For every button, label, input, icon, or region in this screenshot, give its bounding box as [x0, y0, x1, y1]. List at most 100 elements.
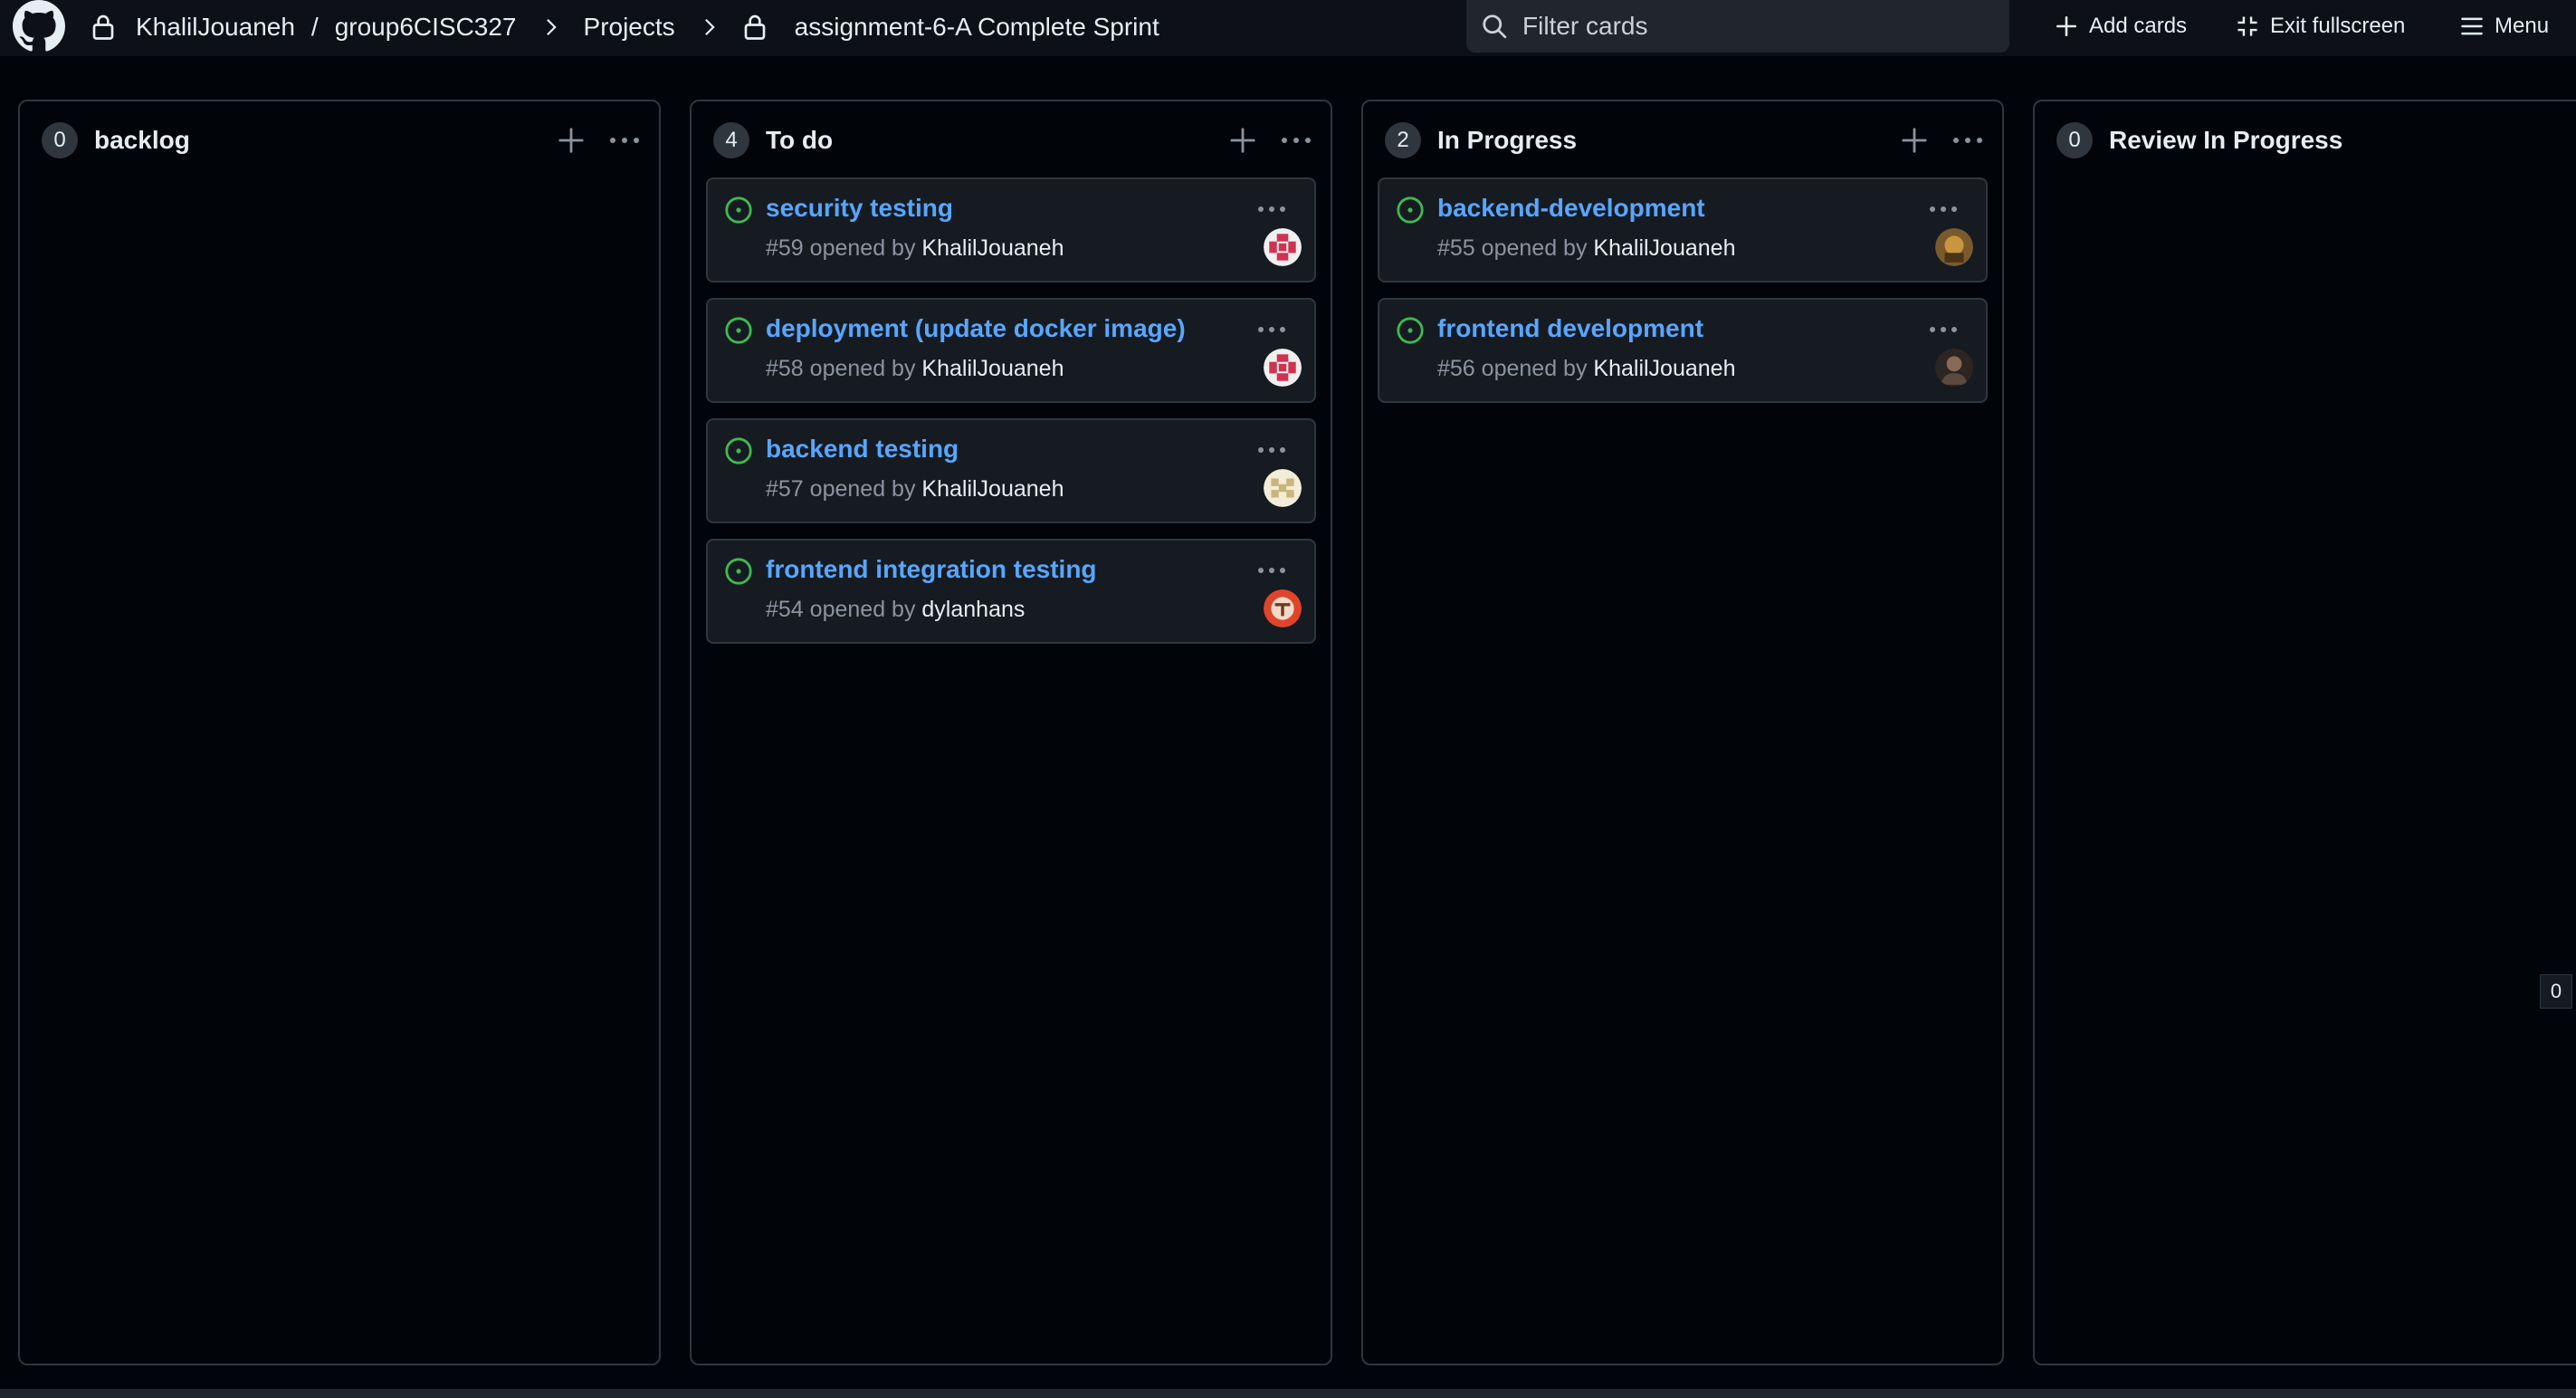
filter-cards-input[interactable]	[1521, 11, 1991, 42]
breadcrumb-projects-link[interactable]: Projects	[584, 13, 675, 42]
column-title: To do	[766, 126, 834, 154]
issue-meta: #58 opened by KhalilJouaneh	[766, 356, 1064, 382]
issue-author-link[interactable]: KhalilJouaneh	[1593, 235, 1735, 261]
column-card-count: 4	[713, 122, 749, 158]
issue-opened-icon	[1397, 317, 1424, 344]
issue-author-link[interactable]: dylanhans	[921, 597, 1025, 622]
breadcrumb-owner-link[interactable]: KhalilJouaneh	[136, 13, 295, 42]
column-to-do: 4 To do security testing #59 opened by K…	[690, 100, 1332, 1365]
issue-card[interactable]: security testing #59 opened by KhalilJou…	[706, 177, 1316, 282]
add-cards-button[interactable]: Add cards	[2055, 0, 2187, 53]
column-backlog: 0 backlog	[18, 100, 661, 1365]
search-icon	[1483, 14, 1507, 39]
issue-number: #55	[1437, 235, 1475, 261]
issue-title-link[interactable]: backend testing	[766, 435, 959, 464]
card-more-options-icon[interactable]	[1256, 566, 1287, 575]
issue-author-link[interactable]: KhalilJouaneh	[1593, 356, 1735, 381]
card-more-options-icon[interactable]	[1256, 445, 1287, 455]
issue-card[interactable]: backend testing #57 opened by KhalilJoua…	[706, 418, 1316, 523]
opened-by-text: opened by	[809, 356, 916, 381]
add-cards-label: Add cards	[2089, 14, 2188, 38]
avatar[interactable]	[1264, 228, 1302, 266]
avatar[interactable]	[1935, 228, 1973, 266]
chevron-right-icon	[704, 18, 715, 36]
column-title: backlog	[94, 126, 190, 154]
exit-fullscreen-button[interactable]: Exit fullscreen	[2236, 0, 2405, 53]
side-count-badge: 0	[2540, 974, 2572, 1009]
issue-title-link[interactable]: frontend integration testing	[766, 555, 1097, 584]
column-header: 2 In Progress	[1385, 121, 1984, 159]
lock-icon	[92, 14, 114, 40]
breadcrumb: KhalilJouaneh / group6CISC327 Projects a…	[91, 0, 1159, 54]
issue-title-link[interactable]: security testing	[766, 194, 953, 223]
opened-by-text: opened by	[809, 235, 916, 261]
column-header: 4 To do	[713, 121, 1312, 159]
exit-fullscreen-label: Exit fullscreen	[2270, 14, 2406, 38]
column-more-options-icon[interactable]	[1951, 136, 1984, 145]
issue-number: #54	[766, 597, 804, 622]
issue-author-link[interactable]: KhalilJouaneh	[921, 476, 1064, 502]
issue-title-link[interactable]: deployment (update docker image)	[766, 314, 1186, 343]
column-title: Review In Progress	[2109, 126, 2343, 154]
opened-by-text: opened by	[1481, 356, 1588, 381]
issue-number: #59	[766, 235, 804, 261]
issue-number: #56	[1437, 356, 1475, 381]
exit-fullscreen-icon	[2237, 16, 2257, 36]
avatar[interactable]	[1264, 469, 1302, 507]
card-more-options-icon[interactable]	[1928, 205, 1959, 214]
add-card-plus-icon[interactable]	[1901, 127, 1928, 154]
column-card-count: 0	[2056, 122, 2093, 158]
column-card-count: 2	[1385, 122, 1421, 158]
card-more-options-icon[interactable]	[1256, 325, 1287, 334]
column-more-options-icon[interactable]	[1280, 136, 1312, 145]
add-card-plus-icon[interactable]	[558, 127, 585, 154]
bottom-scrollbar[interactable]	[0, 1389, 2576, 1398]
issue-opened-icon	[725, 558, 752, 585]
project-title: assignment-6-A Complete Sprint	[794, 13, 1159, 41]
menu-button[interactable]: Menu	[2460, 0, 2549, 53]
column-card-count: 0	[42, 122, 78, 158]
column-more-options-icon[interactable]	[608, 136, 641, 145]
github-logo-icon[interactable]	[13, 0, 65, 53]
chevron-right-icon	[546, 18, 557, 36]
lock-icon	[744, 14, 766, 40]
issue-card[interactable]: frontend development #56 opened by Khali…	[1378, 298, 1988, 403]
breadcrumb-separator: /	[310, 13, 319, 41]
column-review-in-progress: 0 Review In Progress	[2033, 100, 2576, 1365]
issue-meta: #55 opened by KhalilJouaneh	[1437, 235, 1735, 262]
plus-icon	[2056, 15, 2077, 37]
avatar[interactable]	[1264, 349, 1302, 387]
add-card-plus-icon[interactable]	[1229, 127, 1256, 154]
issue-opened-icon	[725, 317, 752, 344]
issue-title-link[interactable]: frontend development	[1437, 314, 1703, 343]
hamburger-menu-icon	[2461, 17, 2483, 35]
column-header: 0 backlog	[42, 121, 641, 159]
breadcrumb-repo-link[interactable]: group6CISC327	[335, 13, 517, 42]
issue-card[interactable]: backend-development #55 opened by Khalil…	[1378, 177, 1988, 282]
column-header: 0 Review In Progress	[2056, 121, 2576, 159]
issue-author-link[interactable]: KhalilJouaneh	[921, 356, 1064, 381]
issue-opened-icon	[725, 196, 752, 224]
opened-by-text: opened by	[1481, 235, 1588, 261]
issue-opened-icon	[725, 437, 752, 464]
issue-meta: #54 opened by dylanhans	[766, 597, 1025, 623]
issue-author-link[interactable]: KhalilJouaneh	[921, 235, 1064, 261]
issue-meta: #57 opened by KhalilJouaneh	[766, 476, 1064, 503]
project-header: KhalilJouaneh / group6CISC327 Projects a…	[0, 0, 2576, 56]
opened-by-text: opened by	[809, 476, 916, 502]
issue-card[interactable]: deployment (update docker image) #58 ope…	[706, 298, 1316, 403]
column-in-progress: 2 In Progress backend-development #55 op…	[1361, 100, 2004, 1365]
column-title: In Progress	[1437, 126, 1578, 154]
avatar[interactable]	[1264, 589, 1302, 627]
issue-meta: #56 opened by KhalilJouaneh	[1437, 356, 1735, 382]
menu-label: Menu	[2495, 14, 2550, 38]
filter-cards-search[interactable]	[1466, 0, 2009, 53]
issue-title-link[interactable]: backend-development	[1437, 194, 1705, 223]
card-more-options-icon[interactable]	[1928, 325, 1959, 334]
issue-opened-icon	[1397, 196, 1424, 224]
issue-number: #57	[766, 476, 804, 502]
avatar[interactable]	[1935, 349, 1973, 387]
card-more-options-icon[interactable]	[1256, 205, 1287, 214]
issue-card[interactable]: frontend integration testing #54 opened …	[706, 539, 1316, 644]
issue-meta: #59 opened by KhalilJouaneh	[766, 235, 1064, 262]
